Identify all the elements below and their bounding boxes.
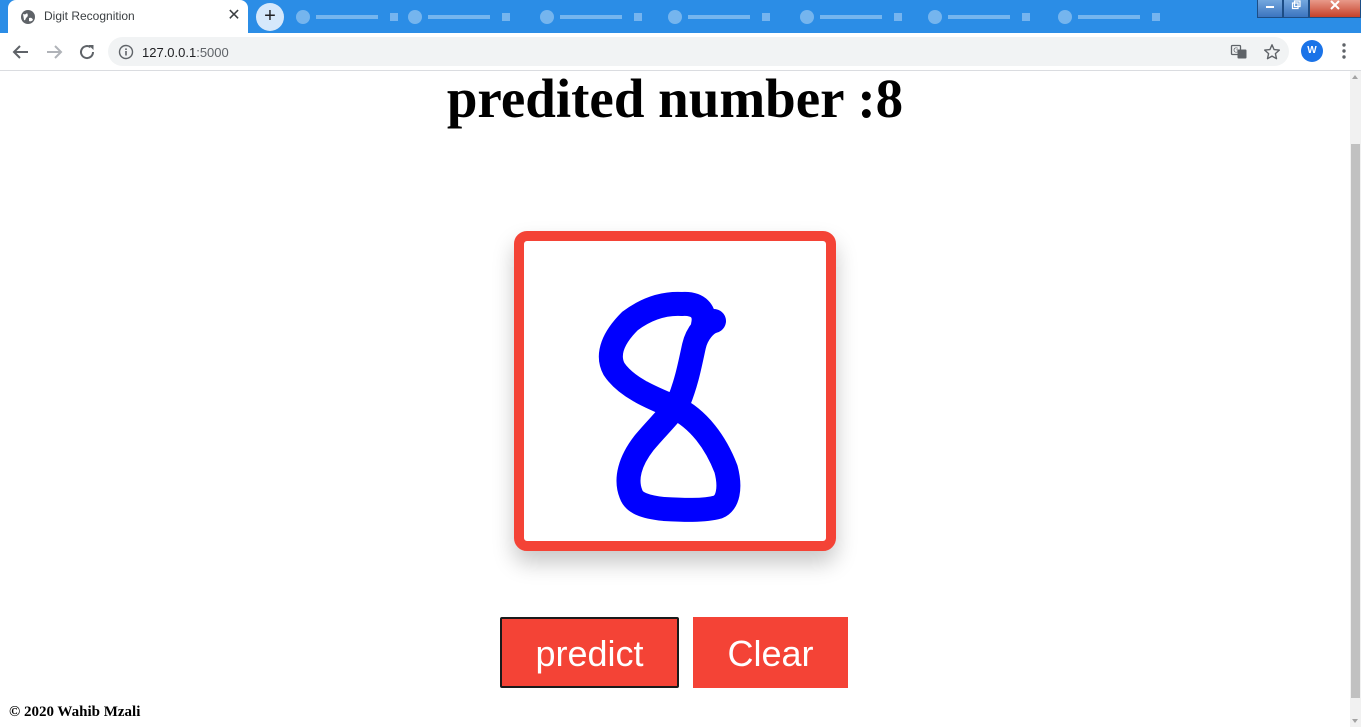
kebab-menu-icon[interactable] xyxy=(1336,41,1352,61)
copyright-footer: © 2020 Wahib Mzali xyxy=(9,704,141,720)
background-tab[interactable] xyxy=(796,8,906,26)
background-tab[interactable] xyxy=(292,8,402,26)
scroll-down-arrow-icon[interactable] xyxy=(1352,719,1358,723)
globe-icon xyxy=(21,10,35,24)
star-icon[interactable] xyxy=(1263,43,1281,61)
forward-arrow-icon[interactable] xyxy=(42,40,66,64)
minimize-window-button[interactable] xyxy=(1257,0,1283,18)
background-tab[interactable] xyxy=(1054,8,1164,26)
drawing-canvas-frame xyxy=(514,231,836,551)
close-tab-icon[interactable]: ✕ xyxy=(225,7,243,25)
browser-toolbar: 127.0.0.1:5000 G W xyxy=(0,33,1361,71)
close-window-button[interactable] xyxy=(1309,0,1361,18)
background-tab[interactable] xyxy=(536,8,646,26)
scrollbar-thumb[interactable] xyxy=(1351,144,1360,698)
tab-title: Digit Recognition xyxy=(44,9,135,23)
scroll-up-arrow-icon[interactable] xyxy=(1352,75,1358,79)
profile-avatar[interactable]: W xyxy=(1301,40,1323,62)
info-icon[interactable] xyxy=(118,44,134,60)
background-tab[interactable] xyxy=(404,8,514,26)
clear-button[interactable]: Clear xyxy=(693,617,848,688)
minimize-icon xyxy=(1266,6,1274,8)
prediction-heading: predited number :8 xyxy=(446,68,904,129)
drawn-digit-stroke xyxy=(598,291,741,522)
predict-button[interactable]: predict xyxy=(500,617,679,688)
background-tab[interactable] xyxy=(924,8,1034,26)
vertical-scrollbar[interactable] xyxy=(1350,71,1361,727)
restore-window-button[interactable] xyxy=(1283,0,1309,18)
drawing-canvas[interactable] xyxy=(524,241,826,541)
url-host: 127.0.0.1 xyxy=(142,45,197,60)
address-bar[interactable]: 127.0.0.1:5000 G xyxy=(108,37,1289,66)
tab-digit-recognition[interactable]: Digit Recognition ✕ xyxy=(8,0,248,33)
translate-icon[interactable]: G xyxy=(1230,43,1248,61)
url-port: :5000 xyxy=(196,45,229,60)
svg-text:G: G xyxy=(1233,47,1238,55)
tab-strip: Digit Recognition ✕ + xyxy=(0,0,1361,33)
restore-icon xyxy=(1291,0,1301,10)
reload-icon[interactable] xyxy=(75,40,99,64)
close-icon xyxy=(1330,0,1340,10)
url-text: 127.0.0.1:5000 xyxy=(142,45,229,60)
page-viewport: predited number :8 predict Clear © 2020 … xyxy=(0,68,1350,727)
back-arrow-icon[interactable] xyxy=(9,40,33,64)
background-tab[interactable] xyxy=(664,8,774,26)
new-tab-button[interactable]: + xyxy=(256,3,284,31)
